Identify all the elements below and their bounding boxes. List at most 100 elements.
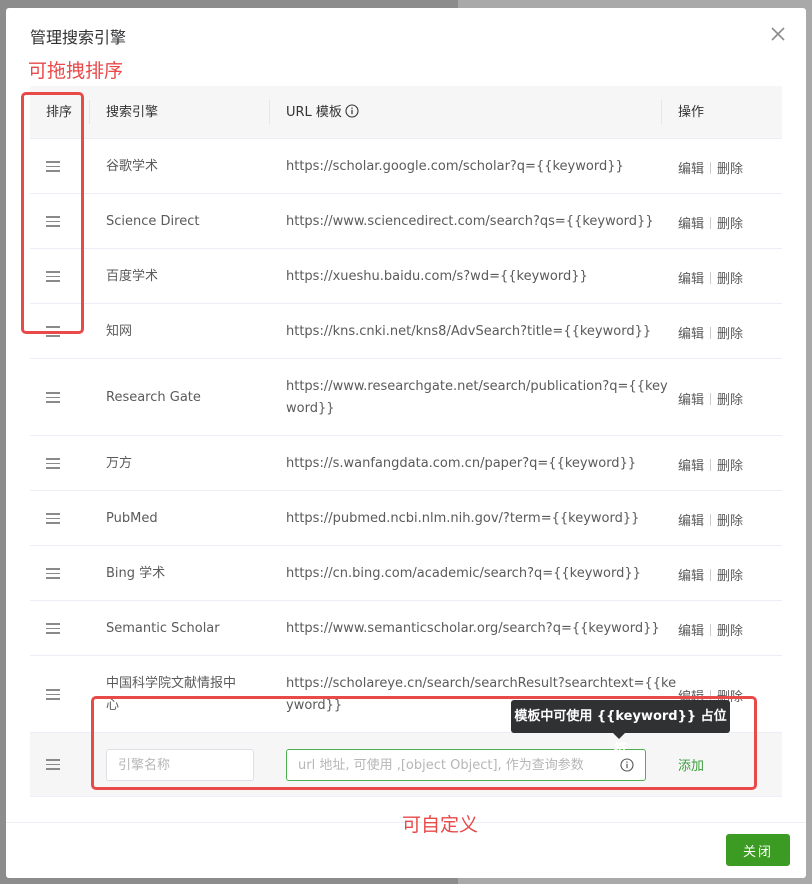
manage-search-engines-dialog: 管理搜索引擎 排序 搜索引擎 URL 模板 操作 谷歌学术 https://sch… — [6, 8, 806, 878]
url-template-input[interactable] — [286, 749, 646, 781]
engine-name: 谷歌学术 — [106, 158, 159, 174]
engine-name-input[interactable] — [106, 749, 254, 781]
table-row: Semantic Scholar https://www.semanticscho… — [30, 601, 782, 656]
url-template-line: https://pubmed.ncbi.nlm.nih.gov/?term={{… — [286, 510, 640, 526]
drag-handle-icon[interactable] — [46, 623, 60, 634]
action-separator — [710, 326, 712, 339]
row-actions: 编辑 删除 — [678, 455, 743, 474]
edit-button[interactable]: 编辑 — [678, 393, 704, 408]
drag-handle-icon[interactable] — [46, 458, 60, 469]
engine-name: 百度学术 — [106, 268, 159, 284]
edit-button[interactable]: 编辑 — [678, 624, 704, 639]
action-separator — [710, 161, 712, 174]
table-row: Research Gate https://www.researchgate.ne… — [30, 359, 782, 436]
engine-rows: 谷歌学术 https://scholar.google.com/scholar?q… — [30, 139, 782, 733]
row-actions: 编辑 删除 — [678, 323, 743, 342]
url-template-line: https://cn.bing.com/academic/search?q={{… — [286, 565, 641, 581]
delete-button[interactable]: 删除 — [717, 624, 743, 639]
action-separator — [710, 513, 712, 526]
delete-button[interactable]: 删除 — [717, 272, 743, 287]
table-row: 万方 https://s.wanfangdata.com.cn/paper?q={… — [30, 436, 782, 491]
url-template: https://www.semanticscholar.org/search?q… — [286, 618, 660, 640]
url-template-line: https://www.sciencedirect.com/search?qs=… — [286, 213, 654, 229]
row-actions: 编辑 删除 — [678, 565, 743, 584]
url-template: https://xueshu.baidu.com/s?wd={{keyword}… — [286, 266, 588, 288]
engine-name: Semantic Scholar — [106, 620, 220, 636]
header-divider — [269, 100, 270, 124]
row-actions: 编辑 删除 — [678, 268, 743, 287]
edit-button[interactable]: 编辑 — [678, 514, 704, 529]
delete-button[interactable]: 删除 — [717, 162, 743, 177]
url-template: https://pubmed.ncbi.nlm.nih.gov/?term={{… — [286, 508, 639, 530]
drag-handle-icon[interactable] — [46, 161, 60, 172]
drag-handle-icon[interactable] — [46, 216, 60, 227]
dialog-title: 管理搜索引擎 — [30, 28, 127, 47]
delete-button[interactable]: 删除 — [717, 514, 743, 529]
drag-handle-icon[interactable] — [46, 759, 60, 770]
action-separator — [710, 216, 712, 229]
annotation-customizable: 可自定义 — [402, 814, 479, 836]
url-template-line: https://www.researchgate.net/search/publ… — [286, 378, 668, 394]
engine-table: 排序 搜索引擎 URL 模板 操作 谷歌学术 https://scholar.go… — [30, 86, 782, 797]
action-separator — [710, 458, 712, 471]
url-template: https://s.wanfangdata.com.cn/paper?q={{k… — [286, 453, 636, 475]
delete-button[interactable]: 删除 — [717, 217, 743, 232]
delete-button[interactable]: 删除 — [717, 327, 743, 342]
close-icon[interactable] — [768, 24, 788, 44]
url-template-line: https://scholar.google.com/scholar?q={{k… — [286, 158, 624, 174]
edit-button[interactable]: 编辑 — [678, 327, 704, 342]
header-ops: 操作 — [678, 105, 705, 120]
drag-handle-icon[interactable] — [46, 271, 60, 282]
engine-name-line: 中国科学院文献情报中 — [106, 675, 237, 691]
engine-name: 中国科学院文献情报中心 — [106, 673, 236, 717]
url-template: https://www.sciencedirect.com/search?qs=… — [286, 211, 654, 233]
table-header: 排序 搜索引擎 URL 模板 操作 — [30, 86, 782, 139]
url-template-line: https://www.semanticscholar.org/search?q… — [286, 620, 660, 636]
table-row: 知网 https://kns.cnki.net/kns8/AdvSearch?ti… — [30, 304, 782, 359]
delete-button[interactable]: 删除 — [717, 459, 743, 474]
edit-button[interactable]: 编辑 — [678, 162, 704, 177]
url-template: https://www.researchgate.net/search/publ… — [286, 376, 668, 420]
delete-button[interactable]: 删除 — [717, 569, 743, 584]
url-template-line: https://s.wanfangdata.com.cn/paper?q={{k… — [286, 455, 637, 471]
drag-handle-icon[interactable] — [46, 392, 60, 403]
header-url: URL 模板 — [286, 86, 359, 139]
action-separator — [710, 271, 712, 284]
url-template-line: https://scholareye.cn/search/searchResul… — [286, 675, 677, 691]
drag-handle-icon[interactable] — [46, 326, 60, 337]
header-divider — [89, 100, 90, 124]
close-button[interactable]: 关闭 — [726, 834, 790, 866]
edit-button[interactable]: 编辑 — [678, 569, 704, 584]
edit-button[interactable]: 编辑 — [678, 217, 704, 232]
drag-handle-icon[interactable] — [46, 568, 60, 579]
row-actions: 编辑 删除 — [678, 213, 743, 232]
row-actions: 编辑 删除 — [678, 510, 743, 529]
header-engine: 搜索引擎 — [106, 105, 159, 120]
drag-handle-icon[interactable] — [46, 689, 60, 700]
table-row: Science Direct https://www.sciencedirect.… — [30, 194, 782, 249]
engine-name: 知网 — [106, 323, 133, 339]
url-template-line: word}} — [286, 400, 335, 416]
engine-name: Bing 学术 — [106, 565, 166, 581]
new-engine-row: 添加 — [30, 733, 782, 797]
header-url-label: URL 模板 — [286, 105, 342, 120]
action-separator — [710, 568, 712, 581]
table-row: Bing 学术 https://cn.bing.com/academic/sear… — [30, 546, 782, 601]
table-row: 百度学术 https://xueshu.baidu.com/s?wd={{keyw… — [30, 249, 782, 304]
add-engine-link[interactable]: 添加 — [678, 755, 704, 774]
drag-handle-icon[interactable] — [46, 513, 60, 524]
action-separator — [710, 623, 712, 636]
action-separator — [710, 392, 712, 405]
table-row: PubMed https://pubmed.ncbi.nlm.nih.gov/?t… — [30, 491, 782, 546]
engine-name: 万方 — [106, 455, 133, 471]
annotation-drag-sort: 可拖拽排序 — [28, 60, 124, 82]
info-icon[interactable] — [345, 104, 359, 118]
url-template: https://cn.bing.com/academic/search?q={{… — [286, 563, 641, 585]
edit-button[interactable]: 编辑 — [678, 272, 704, 287]
header-sort: 排序 — [46, 105, 73, 120]
url-template: https://scholar.google.com/scholar?q={{k… — [286, 156, 624, 178]
delete-button[interactable]: 删除 — [717, 393, 743, 408]
row-actions: 编辑 删除 — [678, 620, 743, 639]
header-divider — [661, 100, 662, 124]
edit-button[interactable]: 编辑 — [678, 459, 704, 474]
